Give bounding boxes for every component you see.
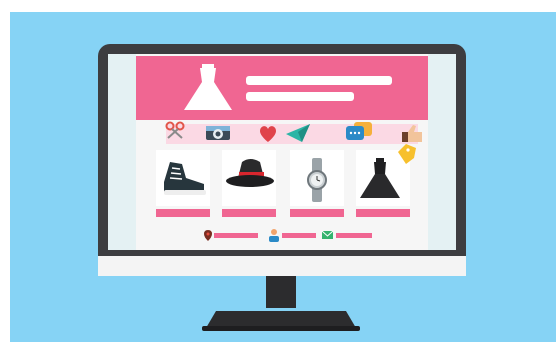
monitor-svg — [10, 12, 556, 342]
monitor-neck — [266, 274, 296, 308]
footer-bar — [336, 233, 372, 238]
monitor-illustration — [10, 12, 556, 342]
header-banner — [136, 56, 428, 120]
product-price-bar — [290, 209, 344, 217]
footer-bar — [214, 233, 258, 238]
monitor-base-shadow — [202, 326, 360, 331]
header-title-bar — [246, 76, 392, 85]
product-price-bar — [222, 209, 276, 217]
product-price-bar — [156, 209, 210, 217]
camera-icon — [206, 126, 230, 140]
header-subtitle-bar — [246, 92, 354, 101]
envelope-icon — [321, 230, 334, 239]
monitor-base — [206, 311, 356, 328]
footer-bar — [282, 233, 316, 238]
product-price-bar — [356, 209, 410, 217]
monitor-chin-bottom — [98, 256, 466, 276]
